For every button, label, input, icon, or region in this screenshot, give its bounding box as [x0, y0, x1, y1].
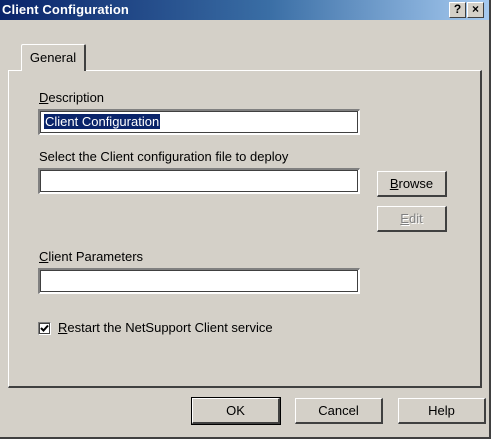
close-icon: × [471, 2, 479, 16]
restart-service-label[interactable]: Restart the NetSupport Client service [58, 320, 273, 335]
ok-button-label: OK [226, 403, 245, 418]
client-parameters-label: Client Parameters [39, 249, 144, 264]
help-button-label: Help [428, 403, 455, 418]
ok-button[interactable]: OK [191, 397, 281, 425]
dialog-window: Client Configuration ? × General Descrip… [0, 0, 491, 439]
client-parameters-input[interactable] [38, 268, 360, 294]
close-button[interactable]: × [467, 2, 484, 18]
help-button[interactable]: Help [398, 398, 486, 424]
browse-button[interactable]: Browse [377, 171, 447, 197]
config-file-input[interactable] [38, 168, 360, 194]
description-input[interactable]: Client Configuration [38, 109, 360, 135]
window-title: Client Configuration [2, 2, 129, 17]
help-title-button[interactable]: ? [449, 2, 466, 18]
description-input-value: Client Configuration [44, 114, 161, 129]
question-mark-icon: ? [453, 2, 462, 16]
edit-button[interactable]: Edit [377, 206, 447, 232]
config-file-label: Select the Client configuration file to … [39, 149, 289, 164]
cancel-button[interactable]: Cancel [295, 398, 383, 424]
tab-general-label: General [29, 50, 77, 65]
description-label: Description [39, 90, 105, 105]
checkmark-icon [40, 324, 49, 332]
title-bar[interactable]: Client Configuration ? × [0, 0, 489, 20]
cancel-button-label: Cancel [318, 403, 359, 418]
restart-service-checkbox[interactable] [38, 322, 51, 335]
tab-general[interactable]: General [21, 44, 86, 71]
